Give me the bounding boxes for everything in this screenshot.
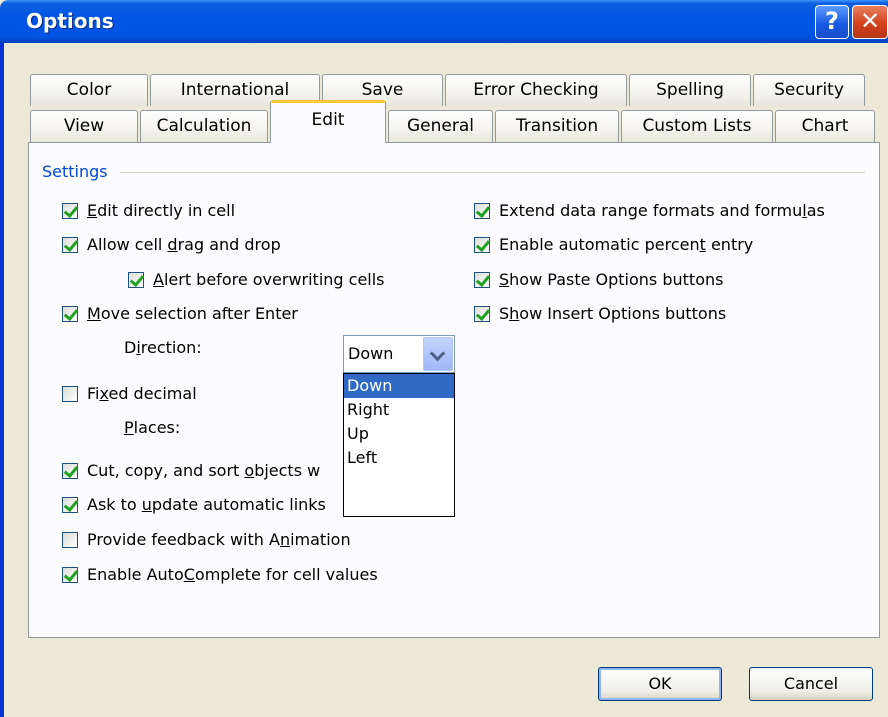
direction-dropdown-list: Down Right Up Left bbox=[343, 373, 455, 517]
direction-option-up[interactable]: Up bbox=[344, 422, 454, 446]
tab-general[interactable]: General bbox=[388, 110, 493, 142]
settings-group-divider bbox=[120, 172, 865, 173]
insert-options-checkbox[interactable]: Show Insert Options buttons bbox=[474, 304, 726, 323]
checkbox-label: Cut, copy, and sort objects w bbox=[87, 461, 321, 480]
direction-select[interactable]: Down bbox=[343, 335, 455, 373]
move-selection-checkbox[interactable]: Move selection after Enter bbox=[62, 304, 298, 323]
autocomplete-checkbox[interactable]: Enable AutoComplete for cell values bbox=[62, 565, 378, 584]
tab-error-checking[interactable]: Error Checking bbox=[445, 74, 627, 106]
checkbox-label: Provide feedback with Animation bbox=[87, 530, 351, 549]
tab-color[interactable]: Color bbox=[30, 74, 148, 106]
checkbox-label: Alert before overwriting cells bbox=[153, 270, 385, 289]
checkbox-box[interactable] bbox=[62, 462, 78, 479]
checkbox-box[interactable] bbox=[474, 202, 490, 219]
checkbox-box[interactable] bbox=[62, 305, 78, 322]
close-button[interactable]: ✕ bbox=[852, 5, 888, 39]
edit-directly-checkbox[interactable]: Edit directly in cell bbox=[62, 201, 235, 220]
cut-copy-sort-checkbox[interactable]: Cut, copy, and sort objects w bbox=[62, 461, 320, 480]
alert-overwrite-checkbox[interactable]: Alert before overwriting cells bbox=[128, 270, 385, 289]
percent-entry-checkbox[interactable]: Enable automatic percent entry bbox=[474, 235, 753, 254]
checkbox-box[interactable] bbox=[62, 496, 78, 513]
extend-range-checkbox[interactable]: Extend data range formats and formulas bbox=[474, 201, 825, 220]
direction-option-left[interactable]: Left bbox=[344, 446, 454, 470]
checkbox-box[interactable] bbox=[474, 305, 490, 322]
checkbox-box[interactable] bbox=[62, 385, 78, 402]
tab-security[interactable]: Security bbox=[753, 74, 865, 106]
checkbox-label: Extend data range formats and formulas bbox=[499, 201, 825, 220]
ask-update-links-checkbox[interactable]: Ask to update automatic links bbox=[62, 495, 326, 514]
paste-options-checkbox[interactable]: Show Paste Options buttons bbox=[474, 270, 723, 289]
checkbox-label: Fixed decimal bbox=[87, 384, 197, 403]
tab-chart[interactable]: Chart bbox=[775, 110, 875, 142]
tab-edit[interactable]: Edit bbox=[270, 100, 386, 143]
checkbox-box[interactable] bbox=[62, 531, 78, 548]
window-frame bbox=[0, 43, 4, 717]
direction-option-down[interactable]: Down bbox=[344, 374, 454, 398]
drag-drop-checkbox[interactable]: Allow cell drag and drop bbox=[62, 235, 281, 254]
title-bar: Options ? ✕ bbox=[0, 0, 888, 43]
checkbox-label: Enable AutoComplete for cell values bbox=[87, 565, 378, 584]
direction-label: Direction: bbox=[124, 338, 202, 357]
checkbox-box[interactable] bbox=[62, 202, 78, 219]
tab-calculation[interactable]: Calculation bbox=[140, 110, 268, 142]
checkbox-label: Move selection after Enter bbox=[87, 304, 298, 323]
settings-group-title: Settings bbox=[42, 162, 114, 181]
checkbox-box[interactable] bbox=[62, 566, 78, 583]
chevron-down-icon[interactable] bbox=[423, 337, 453, 371]
checkbox-box[interactable] bbox=[474, 271, 490, 288]
tab-spelling[interactable]: Spelling bbox=[629, 74, 751, 106]
fixed-decimal-checkbox[interactable]: Fixed decimal bbox=[62, 384, 197, 403]
places-label: Places: bbox=[124, 418, 181, 437]
checkbox-label: Show Paste Options buttons bbox=[499, 270, 724, 289]
tab-transition[interactable]: Transition bbox=[495, 110, 619, 142]
tab-view[interactable]: View bbox=[30, 110, 138, 142]
checkbox-label: Enable automatic percent entry bbox=[499, 235, 754, 254]
direction-option-right[interactable]: Right bbox=[344, 398, 454, 422]
checkbox-label: Allow cell drag and drop bbox=[87, 235, 281, 254]
checkbox-label: Ask to update automatic links bbox=[87, 495, 326, 514]
cancel-button[interactable]: Cancel bbox=[749, 667, 873, 701]
direction-selected-value: Down bbox=[348, 344, 394, 363]
window-title: Options bbox=[26, 9, 114, 33]
checkbox-label: Edit directly in cell bbox=[87, 201, 236, 220]
checkbox-box[interactable] bbox=[128, 271, 144, 288]
feedback-animation-checkbox[interactable]: Provide feedback with Animation bbox=[62, 530, 351, 549]
checkbox-box[interactable] bbox=[474, 236, 490, 253]
checkbox-label: Show Insert Options buttons bbox=[499, 304, 727, 323]
tab-custom-lists[interactable]: Custom Lists bbox=[621, 110, 773, 142]
checkbox-box[interactable] bbox=[62, 236, 78, 253]
help-button[interactable]: ? bbox=[815, 5, 849, 39]
ok-button[interactable]: OK bbox=[598, 667, 722, 701]
